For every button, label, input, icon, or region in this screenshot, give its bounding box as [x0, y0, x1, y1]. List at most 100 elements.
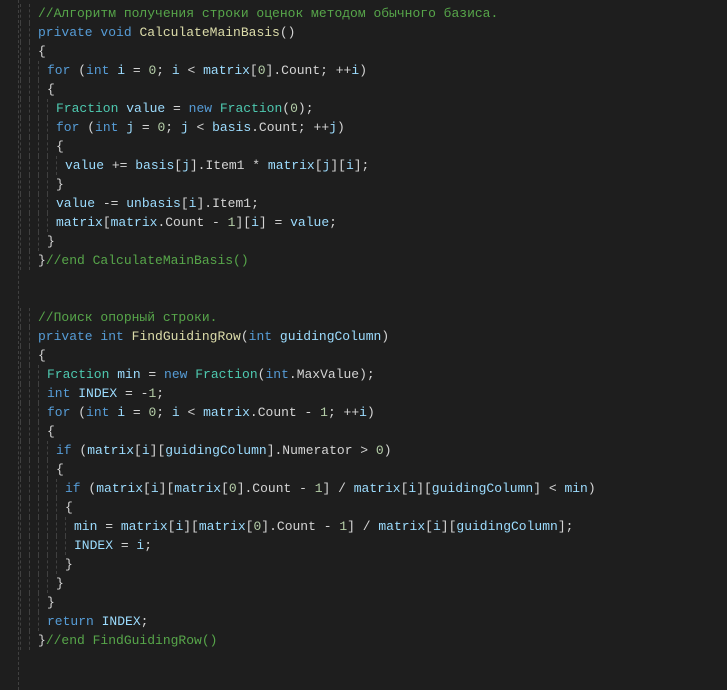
indent-guide: [56, 517, 65, 536]
code-line[interactable]: matrix[matrix.Count - 1][i] = value;: [20, 213, 727, 232]
code-line[interactable]: }//end FindGuidingRow(): [20, 631, 727, 650]
token-identifier: i: [251, 215, 259, 230]
token-identifier: INDEX: [102, 614, 141, 629]
token-keyword: for: [47, 405, 78, 420]
code-line[interactable]: {: [20, 80, 727, 99]
indent-guide: [20, 137, 29, 156]
token-type: Fraction: [220, 101, 282, 116]
token-identifier: min: [74, 519, 97, 534]
code-line[interactable]: if (matrix[i][guidingColumn].Numerator >…: [20, 441, 727, 460]
code-line[interactable]: private void CalculateMainBasis(): [20, 23, 727, 42]
token-plain: <: [180, 63, 203, 78]
indent-guide: [47, 175, 56, 194]
code-line[interactable]: {: [20, 422, 727, 441]
code-line[interactable]: }: [20, 574, 727, 593]
code-line[interactable]: Fraction value = new Fraction(0);: [20, 99, 727, 118]
token-plain: =: [141, 367, 164, 382]
indent-guide: [29, 118, 38, 137]
code-line[interactable]: [20, 289, 727, 308]
code-line[interactable]: if (matrix[i][matrix[0].Count - 1] / mat…: [20, 479, 727, 498]
indent-guide: [47, 156, 56, 175]
token-identifier: basis: [212, 120, 251, 135]
indent-guide: [47, 213, 56, 232]
code-line[interactable]: int INDEX = -1;: [20, 384, 727, 403]
indent-guide: [29, 631, 38, 650]
indent-guide: [38, 213, 47, 232]
token-plain: ][: [416, 481, 432, 496]
indent-guide: [29, 42, 38, 61]
code-line[interactable]: //Алгоритм получения строки оценок метод…: [20, 4, 727, 23]
indent-guide: [29, 194, 38, 213]
token-plain: ].Numerator >: [267, 443, 376, 458]
code-line[interactable]: value += basis[j].Item1 * matrix[j][i];: [20, 156, 727, 175]
token-keyword: for: [47, 63, 78, 78]
token-keyword: new: [164, 367, 195, 382]
token-plain: ];: [558, 519, 574, 534]
code-line[interactable]: {: [20, 498, 727, 517]
indent-guide: [38, 612, 47, 631]
code-line[interactable]: [20, 270, 727, 289]
token-identifier: matrix: [174, 481, 221, 496]
code-line[interactable]: }: [20, 232, 727, 251]
token-plain: ): [367, 405, 375, 420]
token-identifier: INDEX: [74, 538, 113, 553]
code-line[interactable]: }: [20, 593, 727, 612]
token-identifier: matrix: [378, 519, 425, 534]
code-line[interactable]: }//end CalculateMainBasis(): [20, 251, 727, 270]
token-plain: ];: [354, 158, 370, 173]
token-plain: (: [78, 405, 86, 420]
code-line[interactable]: for (int i = 0; i < matrix[0].Count; ++i…: [20, 61, 727, 80]
code-line[interactable]: Fraction min = new Fraction(int.MaxValue…: [20, 365, 727, 384]
token-plain: =: [97, 519, 120, 534]
indent-guide: [20, 194, 29, 213]
gutter: [0, 0, 20, 690]
indent-guide: [29, 23, 38, 42]
indent-guide: [47, 555, 56, 574]
token-keyword: new: [189, 101, 220, 116]
indent-guide: [38, 99, 47, 118]
indent-guide: [56, 498, 65, 517]
code-line[interactable]: private int FindGuidingRow(int guidingCo…: [20, 327, 727, 346]
code-line[interactable]: value -= unbasis[i].Item1;: [20, 194, 727, 213]
code-area[interactable]: //Алгоритм получения строки оценок метод…: [20, 0, 727, 690]
token-keyword: int: [86, 405, 117, 420]
indent-guide: [29, 137, 38, 156]
token-plain: }: [56, 177, 64, 192]
token-plain: ][: [183, 519, 199, 534]
token-keyword: if: [56, 443, 79, 458]
code-line[interactable]: {: [20, 42, 727, 61]
indent-guide: [29, 555, 38, 574]
token-plain: =: [113, 538, 136, 553]
indent-guide: [20, 42, 29, 61]
code-line[interactable]: for (int j = 0; j < basis.Count; ++j): [20, 118, 727, 137]
code-line[interactable]: }: [20, 555, 727, 574]
code-line[interactable]: {: [20, 460, 727, 479]
indent-guide: [38, 460, 47, 479]
code-line[interactable]: }: [20, 175, 727, 194]
code-line[interactable]: //Поиск опорный строки.: [20, 308, 727, 327]
indent-guide: [56, 479, 65, 498]
token-number: 0: [290, 101, 298, 116]
indent-guide: [20, 346, 29, 365]
code-line[interactable]: {: [20, 137, 727, 156]
indent-guide: [29, 593, 38, 612]
code-editor[interactable]: //Алгоритм получения строки оценок метод…: [0, 0, 727, 690]
indent-guide: [29, 232, 38, 251]
indent-guide: [38, 536, 47, 555]
indent-guide: [47, 498, 56, 517]
token-method: FindGuidingRow: [132, 329, 241, 344]
code-line[interactable]: INDEX = i;: [20, 536, 727, 555]
token-identifier: matrix: [199, 519, 246, 534]
token-number: 0: [376, 443, 384, 458]
code-line[interactable]: for (int i = 0; i < matrix.Count - 1; ++…: [20, 403, 727, 422]
indent-guide: [65, 536, 74, 555]
indent-guide: [38, 61, 47, 80]
indent-guide: [20, 99, 29, 118]
token-keyword: int: [95, 120, 126, 135]
code-line[interactable]: {: [20, 346, 727, 365]
code-line[interactable]: return INDEX;: [20, 612, 727, 631]
token-type: Fraction: [195, 367, 257, 382]
indent-guide: [20, 365, 29, 384]
indent-guide: [47, 574, 56, 593]
code-line[interactable]: min = matrix[i][matrix[0].Count - 1] / m…: [20, 517, 727, 536]
